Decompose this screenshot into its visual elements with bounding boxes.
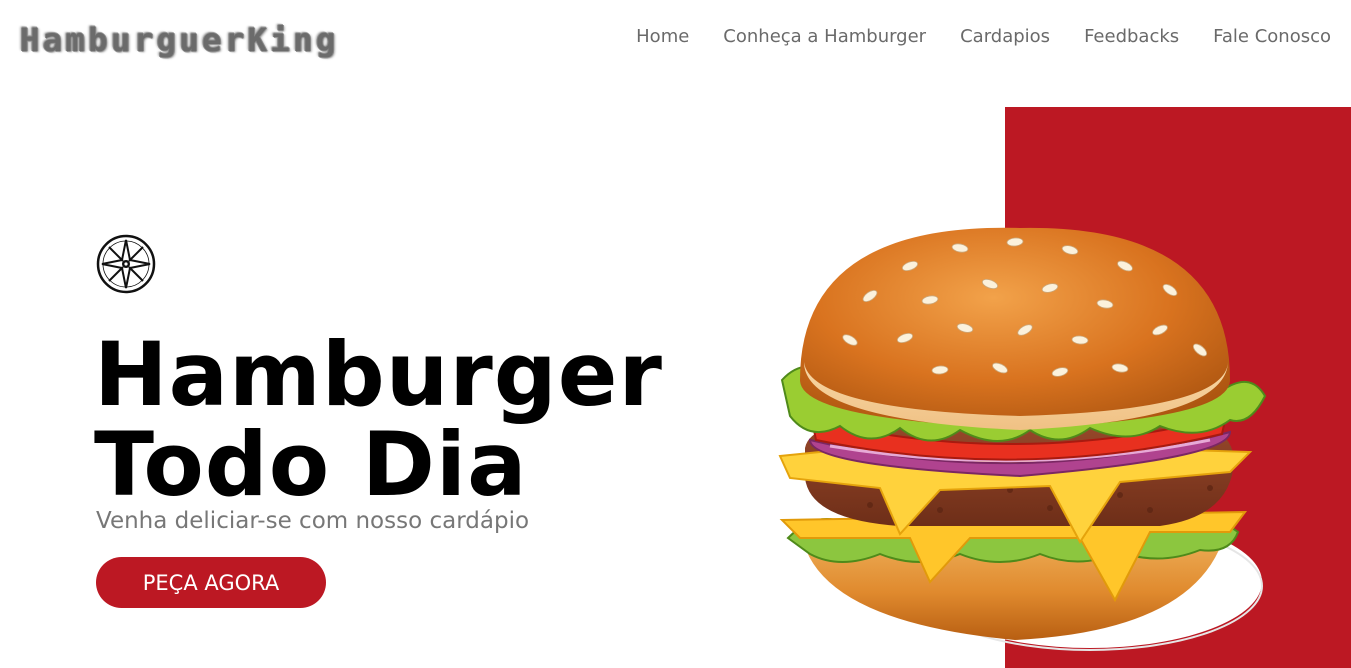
compass-star-icon — [96, 234, 156, 294]
nav-link-home[interactable]: Home — [636, 26, 689, 47]
nav-link-menus[interactable]: Cardapios — [960, 26, 1050, 47]
nav-link-about[interactable]: Conheça a Hamburger — [723, 26, 926, 47]
brand-logo[interactable]: HamburguerKing — [20, 14, 339, 66]
hero-title-line-2: Todo Dia — [94, 413, 528, 516]
nav-link-contact[interactable]: Fale Conosco — [1213, 26, 1331, 47]
hero-subtitle: Venha deliciar-se com nosso cardápio — [96, 508, 530, 534]
hero-title: Hamburger Todo Dia — [94, 330, 663, 510]
nav-link-feedbacks[interactable]: Feedbacks — [1084, 26, 1179, 47]
brand-logo-text: HamburguerKing — [20, 21, 339, 59]
hamburger-illustration — [778, 227, 1267, 651]
main-nav: Home Conheça a Hamburger Cardapios Feedb… — [636, 26, 1331, 47]
order-now-button[interactable]: PEÇA AGORA — [96, 557, 326, 608]
hero-title-line-1: Hamburger — [94, 323, 663, 426]
